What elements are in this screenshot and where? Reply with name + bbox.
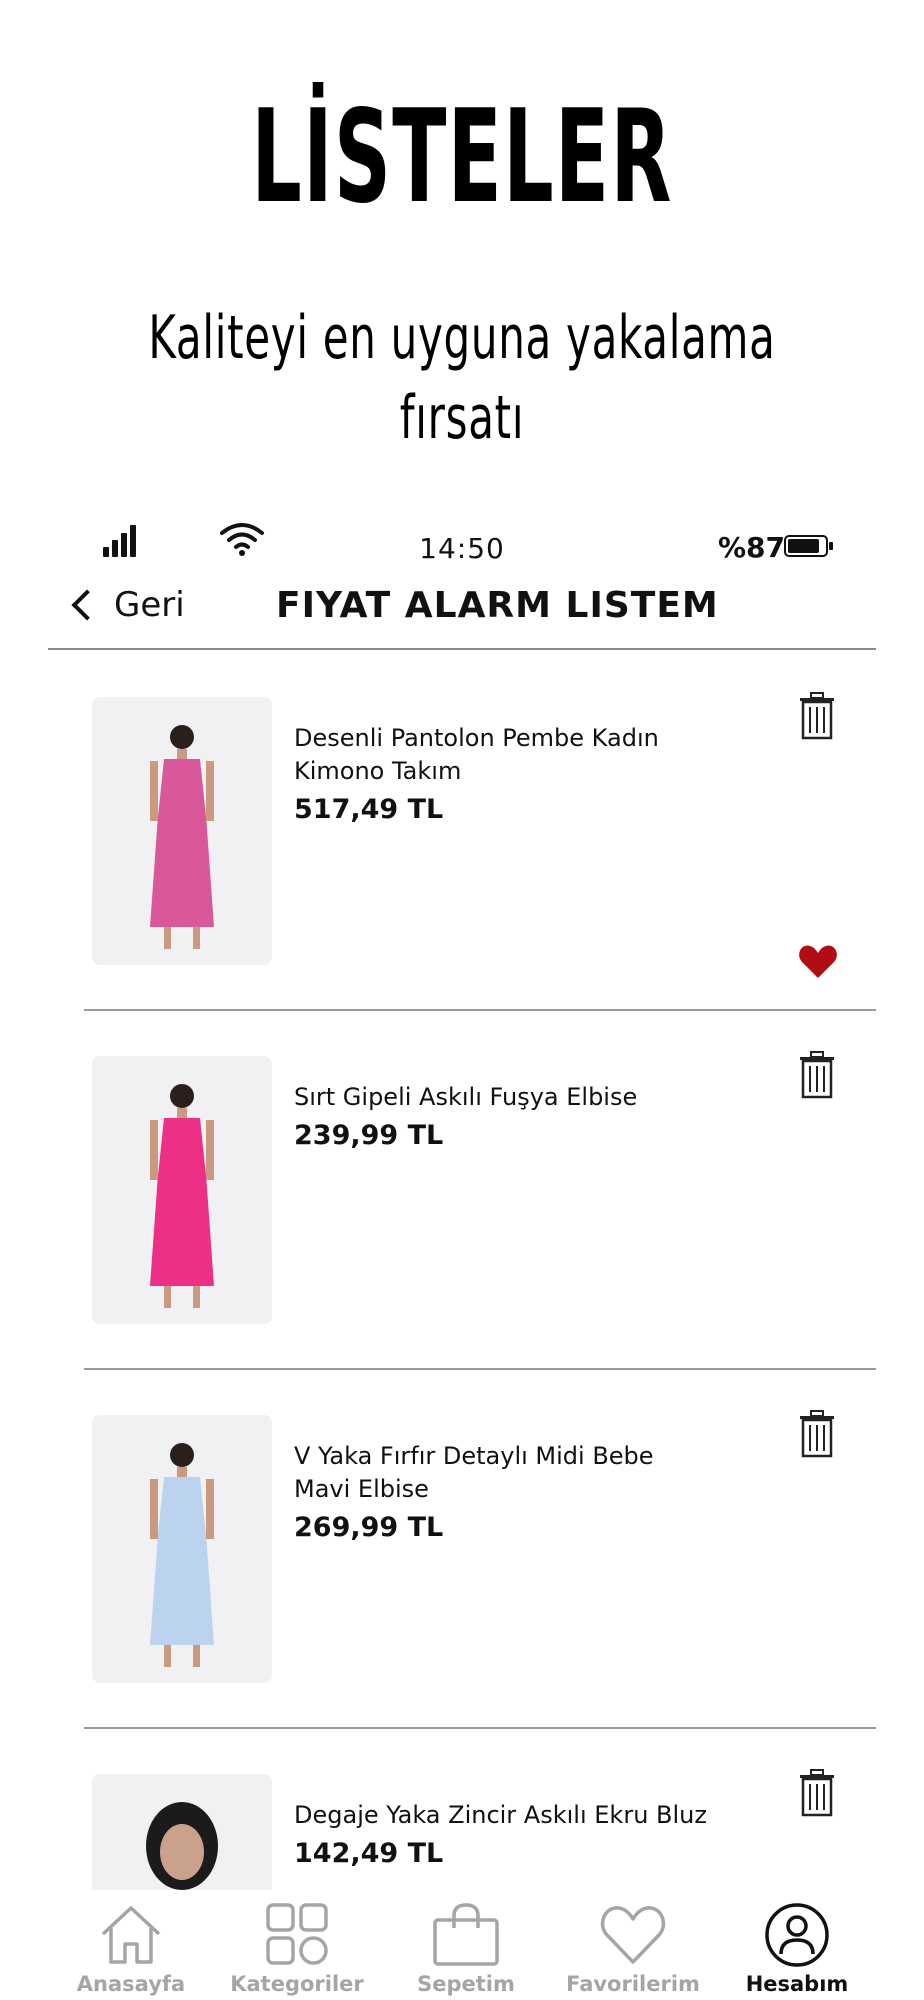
product-name[interactable]: V Yaka Fırfır Detaylı Midi Bebe Mavi Elb… [294,1440,714,1506]
tab-label: Hesabım [745,1972,849,1996]
price-alarm-list: Desenli Pantolon Pembe Kadın Kimono Takı… [48,652,876,2000]
tab-cart[interactable]: Sepetim [381,1890,551,2000]
trash-icon[interactable] [798,692,836,740]
heart-icon [600,1906,666,1964]
trash-icon[interactable] [798,1410,836,1458]
list-item[interactable]: V Yaka Fırfır Detaylı Midi Bebe Mavi Elb… [48,1370,876,1729]
navigation-bar: Geri FIYAT ALARM LISTEM [48,565,876,650]
tab-home[interactable]: Anasayfa [46,1890,216,2000]
product-name[interactable]: Desenli Pantolon Pembe Kadın Kimono Takı… [294,722,714,788]
battery-icon [784,535,833,557]
product-price: 269,99 TL [294,1512,444,1543]
list-item[interactable]: Sırt Gipeli Askılı Fuşya Elbise 239,99 T… [48,1011,876,1370]
tab-account[interactable]: Hesabım [712,1890,882,2000]
tab-label: Anasayfa [76,1972,186,1996]
tab-label: Kategoriler [230,1972,364,1996]
page-title: FIYAT ALARM LISTEM [276,585,719,626]
product-image[interactable] [92,1415,272,1683]
product-name[interactable]: Degaje Yaka Zincir Askılı Ekru Bluz [294,1799,714,1832]
battery-percentage: %87 [718,531,786,564]
trash-icon[interactable] [798,1769,836,1817]
tab-categories[interactable]: Kategoriler [212,1890,382,2000]
promo-title: LİSTELER [251,83,673,232]
shopping-bag-icon [433,1903,499,1966]
phone-screen: 14:50 %87 Geri FIYAT ALARM LISTEM Desenl… [48,505,876,2000]
promo-subtitle: Kaliteyi en uyguna yakalama fırsatı [148,303,776,453]
product-price: 239,99 TL [294,1120,444,1151]
product-price: 142,49 TL [294,1838,444,1869]
bottom-tab-bar: Anasayfa Kategoriler Sepetim Favorilerim… [0,1890,924,2000]
tab-label: Favorilerim [566,1972,700,1996]
product-image[interactable] [92,697,272,965]
product-name[interactable]: Sırt Gipeli Askılı Fuşya Elbise [294,1081,714,1114]
product-image[interactable] [92,1056,272,1324]
back-button[interactable]: Geri [66,583,185,627]
back-label: Geri [114,585,185,625]
product-price: 517,49 TL [294,794,444,825]
tab-label: Sepetim [417,1972,515,1996]
list-item[interactable]: Desenli Pantolon Pembe Kadın Kimono Takı… [48,652,876,1011]
trash-icon[interactable] [798,1051,836,1099]
chevron-left-icon [71,589,103,621]
heart-icon[interactable] [798,944,838,980]
categories-icon [266,1903,328,1965]
tab-favorites[interactable]: Favorilerim [548,1890,718,2000]
home-icon [101,1906,161,1964]
user-icon [765,1903,829,1967]
status-bar: 14:50 %87 [48,505,876,565]
